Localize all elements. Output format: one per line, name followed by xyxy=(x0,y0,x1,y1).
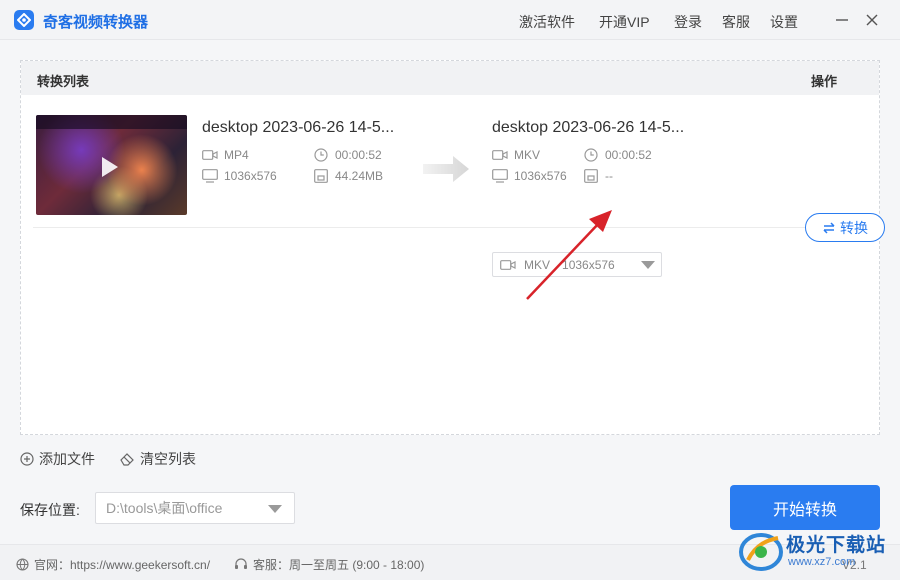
operation-header: 操作 xyxy=(811,74,838,89)
target-format: MKV xyxy=(492,148,540,162)
clear-list-button[interactable]: 清空列表 xyxy=(120,449,196,469)
convert-button[interactable]: 转换 xyxy=(805,213,885,242)
app-logo-icon xyxy=(14,10,34,30)
play-icon[interactable] xyxy=(102,157,118,177)
video-camera-icon xyxy=(492,148,508,162)
video-camera-icon xyxy=(202,148,218,162)
service-hours: 客服：周一至周五 (9:00 - 18:00) xyxy=(234,556,424,573)
eraser-icon xyxy=(120,453,134,466)
source-format: MP4 xyxy=(202,148,249,162)
swap-icon xyxy=(823,221,835,234)
app-title: 奇客视频转换器 xyxy=(43,14,149,31)
clock-icon xyxy=(583,148,599,162)
dropdown-resolution: 1036x576 xyxy=(562,257,615,272)
monitor-icon xyxy=(492,169,508,183)
source-size: 44.24MB xyxy=(313,169,383,183)
headset-icon xyxy=(235,558,247,569)
close-icon[interactable] xyxy=(862,10,882,30)
target-resolution: 1036x576 xyxy=(492,169,567,183)
nav-activate[interactable]: 激活软件 xyxy=(519,12,575,32)
conversion-list-panel: 转换列表 操作 desktop 2023-06-26 14-5... MP4 0… xyxy=(20,60,885,435)
minimize-icon[interactable] xyxy=(832,10,852,30)
nav-service[interactable]: 客服 xyxy=(722,12,750,32)
save-path: D:\tools\桌面\office xyxy=(106,500,223,516)
plus-circle-icon xyxy=(20,452,34,466)
title-bar: 奇客视频转换器 激活软件 开通VIP 登录 客服 设置 xyxy=(0,0,900,40)
list-item: desktop 2023-06-26 14-5... MP4 00:00:52 … xyxy=(33,105,885,277)
chevron-down-icon[interactable] xyxy=(641,261,655,269)
save-location-label: 保存位置: xyxy=(20,502,80,518)
source-duration: 00:00:52 xyxy=(313,148,382,162)
save-location-dropdown[interactable]: D:\tools\桌面\office xyxy=(95,492,295,524)
chevron-down-icon[interactable] xyxy=(268,505,282,513)
list-title: 转换列表 xyxy=(37,74,90,89)
start-convert-button[interactable]: 开始转换 xyxy=(730,485,880,530)
convert-button-label: 转换 xyxy=(840,219,868,236)
source-file-name: desktop 2023-06-26 14-5... xyxy=(202,119,395,136)
list-header: 转换列表 操作 xyxy=(21,61,879,95)
output-format-dropdown[interactable]: MKV 1036x576 xyxy=(492,252,662,277)
globe-icon xyxy=(16,558,29,571)
video-camera-icon xyxy=(500,259,516,271)
watermark-text: 极光下载站 xyxy=(786,535,887,556)
nav-login[interactable]: 登录 xyxy=(674,12,702,32)
watermark: 极光下载站 www.xz7.com xyxy=(738,528,898,578)
nav-open-vip[interactable]: 开通VIP xyxy=(599,12,650,32)
target-file-name: desktop 2023-06-26 14-5... xyxy=(492,119,685,136)
dropdown-format: MKV xyxy=(524,257,551,272)
add-file-button[interactable]: 添加文件 xyxy=(20,449,95,469)
disk-icon xyxy=(583,169,599,183)
clock-icon xyxy=(313,148,329,162)
convert-arrow-icon xyxy=(423,156,471,187)
watermark-url: www.xz7.com xyxy=(788,556,856,568)
video-thumbnail[interactable] xyxy=(36,115,187,215)
monitor-icon xyxy=(202,169,218,183)
website-link[interactable]: 官网：https://www.geekersoft.cn/ xyxy=(16,556,210,573)
disk-icon xyxy=(313,169,329,183)
target-size: -- xyxy=(583,169,613,183)
watermark-logo-icon xyxy=(739,533,783,571)
source-resolution: 1036x576 xyxy=(202,169,277,183)
nav-settings[interactable]: 设置 xyxy=(770,12,798,32)
target-duration: 00:00:52 xyxy=(583,148,652,162)
